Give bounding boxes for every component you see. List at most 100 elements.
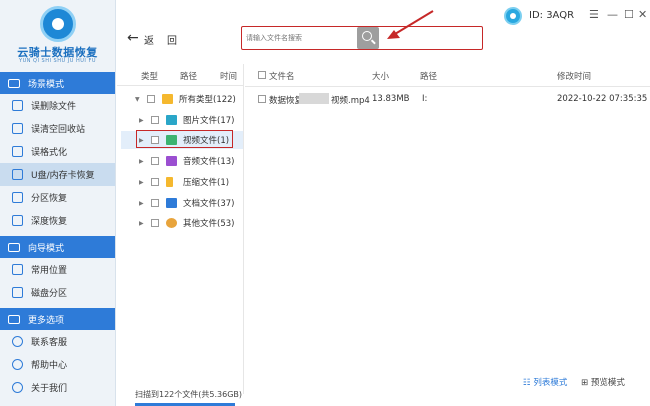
search-icon[interactable] — [357, 27, 379, 49]
expand-caret-icon[interactable]: ▶ — [139, 220, 147, 227]
sidebar-item-deleted-files[interactable]: 误删除文件 — [0, 94, 115, 117]
minimize-icon[interactable]: — — [607, 8, 618, 21]
user-id: ID: 3AQR — [529, 10, 575, 21]
sidebar-item-common-locations[interactable]: 常用位置 — [0, 258, 115, 281]
sidebar-item-label: U盘/内存卡恢复 — [31, 171, 95, 181]
expand-caret-icon[interactable]: ▶ — [139, 117, 147, 124]
sidebar-item-contact-support[interactable]: 联系客服 — [0, 330, 115, 353]
column-header-modified[interactable]: 修改时间 — [557, 70, 591, 82]
sidebar-item-partition-recovery[interactable]: 分区恢复 — [0, 186, 115, 209]
sidebar-item-usb-recovery[interactable]: U盘/内存卡恢复 — [0, 163, 115, 186]
back-button[interactable]: 返 — [144, 32, 154, 47]
preview-view-toggle[interactable]: ⊞ 预览模式 — [581, 376, 625, 388]
sidebar-item-label: 深度恢复 — [31, 217, 68, 227]
document-file-icon — [166, 198, 177, 208]
home-button[interactable]: 回 — [167, 32, 177, 47]
sidebar-item-help-center[interactable]: 帮助中心 — [0, 353, 115, 376]
back-arrow-icon[interactable]: ← — [127, 30, 139, 46]
tab-path[interactable]: 路径 — [180, 70, 197, 82]
tab-type[interactable]: 类型 — [141, 70, 158, 82]
sidebar-item-label: 帮助中心 — [31, 361, 68, 371]
sidebar-item-recycle-bin[interactable]: 误清空回收站 — [0, 117, 115, 140]
scan-summary: 扫描到122个文件(共5.36GB) — [135, 390, 243, 399]
tree-item-audio[interactable]: ▶ 音频文件(13) — [121, 152, 234, 170]
info-icon — [12, 382, 23, 393]
tree-item-others[interactable]: ▶ 其他文件(53) — [121, 214, 234, 232]
section-title: 场景模式 — [28, 79, 65, 90]
file-modified-time: 2022-10-22 07:35:35 — [557, 94, 648, 104]
tree-item-archives[interactable]: ▶ 压缩文件(1) — [121, 173, 229, 191]
sidebar-item-disk-partition[interactable]: 磁盘分区 — [0, 281, 115, 304]
top-bar: ← 返 回 ID: 3AQR ☰ — ☐ ✕ — [117, 0, 650, 64]
usb-icon — [12, 169, 23, 180]
column-header-size[interactable]: 大小 — [372, 70, 389, 82]
tree-item-label: 文档文件(37) — [183, 199, 235, 209]
app-logo: 云骑士数据恢复 YUN QI SHI SHU JU HUI FU — [0, 0, 115, 72]
column-header-path[interactable]: 路径 — [420, 70, 437, 82]
expand-caret-icon[interactable]: ▼ — [135, 96, 143, 103]
status-bar: 扫描到122个文件(共5.36GB) ☷ 列表模式 ⊞ 预览模式 — [117, 368, 650, 406]
scene-mode-icon — [8, 78, 20, 88]
section-scene-mode[interactable]: 场景模式 — [0, 72, 115, 94]
header-divider — [245, 86, 650, 87]
tree-item-label: 所有类型(122) — [179, 95, 236, 105]
file-size: 13.83MB — [372, 94, 410, 104]
deep-scan-icon — [12, 215, 23, 226]
sidebar-item-formatted[interactable]: 误格式化 — [0, 140, 115, 163]
file-name-suffix: 视频.mp4 — [331, 96, 370, 106]
sidebar-item-label: 磁盘分区 — [31, 289, 68, 299]
annotation-highlight-box — [136, 130, 233, 148]
checkbox[interactable] — [151, 178, 159, 186]
sidebar-item-label: 分区恢复 — [31, 194, 68, 204]
sidebar-item-label: 常用位置 — [31, 266, 68, 276]
tree-item-all-types[interactable]: ▼ 所有类型(122) — [117, 90, 236, 108]
tree-item-label: 图片文件(17) — [183, 116, 235, 126]
file-path: I: — [422, 94, 428, 104]
archive-file-icon — [166, 177, 173, 187]
file-icon — [12, 100, 23, 111]
section-wizard-mode[interactable]: 向导模式 — [0, 236, 115, 258]
format-icon — [12, 146, 23, 157]
user-avatar-icon[interactable] — [504, 7, 522, 25]
logo-icon — [40, 6, 76, 42]
sidebar-item-deep-recovery[interactable]: 深度恢复 — [0, 209, 115, 232]
checkbox[interactable] — [151, 199, 159, 207]
tree-item-label: 其他文件(53) — [183, 219, 235, 229]
sidebar: 云骑士数据恢复 YUN QI SHI SHU JU HUI FU 场景模式 误删… — [0, 0, 116, 406]
list-view-toggle[interactable]: ☷ 列表模式 — [523, 376, 567, 388]
partition-icon — [12, 192, 23, 203]
checkbox[interactable] — [151, 116, 159, 124]
expand-caret-icon[interactable]: ▶ — [139, 200, 147, 207]
expand-caret-icon[interactable]: ▶ — [139, 179, 147, 186]
close-icon[interactable]: ✕ — [638, 8, 647, 21]
menu-icon — [8, 314, 20, 324]
tree-item-documents[interactable]: ▶ 文档文件(37) — [121, 194, 234, 212]
sidebar-item-label: 误清空回收站 — [31, 125, 86, 135]
list-view-label: 列表模式 — [533, 378, 568, 388]
section-title: 向导模式 — [28, 243, 65, 254]
row-checkbox[interactable] — [258, 95, 266, 103]
sidebar-item-label: 误删除文件 — [31, 102, 77, 112]
recycle-bin-icon — [12, 123, 23, 134]
table-row[interactable]: 数据恢复 视频.mp4 13.83MB I: 2022-10-22 07:35:… — [245, 90, 650, 108]
tree-item-label: 压缩文件(1) — [183, 178, 230, 188]
expand-caret-icon[interactable]: ▶ — [139, 158, 147, 165]
sidebar-item-label: 关于我们 — [31, 384, 68, 394]
section-more-options[interactable]: 更多选项 — [0, 308, 115, 330]
checkbox[interactable] — [151, 157, 159, 165]
checkbox[interactable] — [151, 219, 159, 227]
maximize-icon[interactable]: ☐ — [624, 8, 634, 21]
checkbox[interactable] — [147, 95, 155, 103]
select-all-checkbox[interactable] — [258, 71, 266, 79]
category-pane: 类型 路径 时间 ▼ 所有类型(122) ▶ 图片文件(17) ▶ 视频文件(1… — [117, 64, 244, 394]
search-input[interactable] — [246, 30, 356, 46]
sidebar-item-about-us[interactable]: 关于我们 — [0, 376, 115, 399]
preview-view-label: 预览模式 — [590, 378, 625, 388]
tab-time[interactable]: 时间 — [220, 70, 237, 82]
menu-icon[interactable]: ☰ — [589, 8, 599, 21]
column-header-name[interactable]: 文件名 — [269, 70, 295, 82]
tree-item-images[interactable]: ▶ 图片文件(17) — [121, 111, 234, 129]
list-view-icon: ☷ — [523, 378, 534, 388]
sidebar-item-label: 联系客服 — [31, 338, 68, 348]
headset-icon — [12, 336, 23, 347]
